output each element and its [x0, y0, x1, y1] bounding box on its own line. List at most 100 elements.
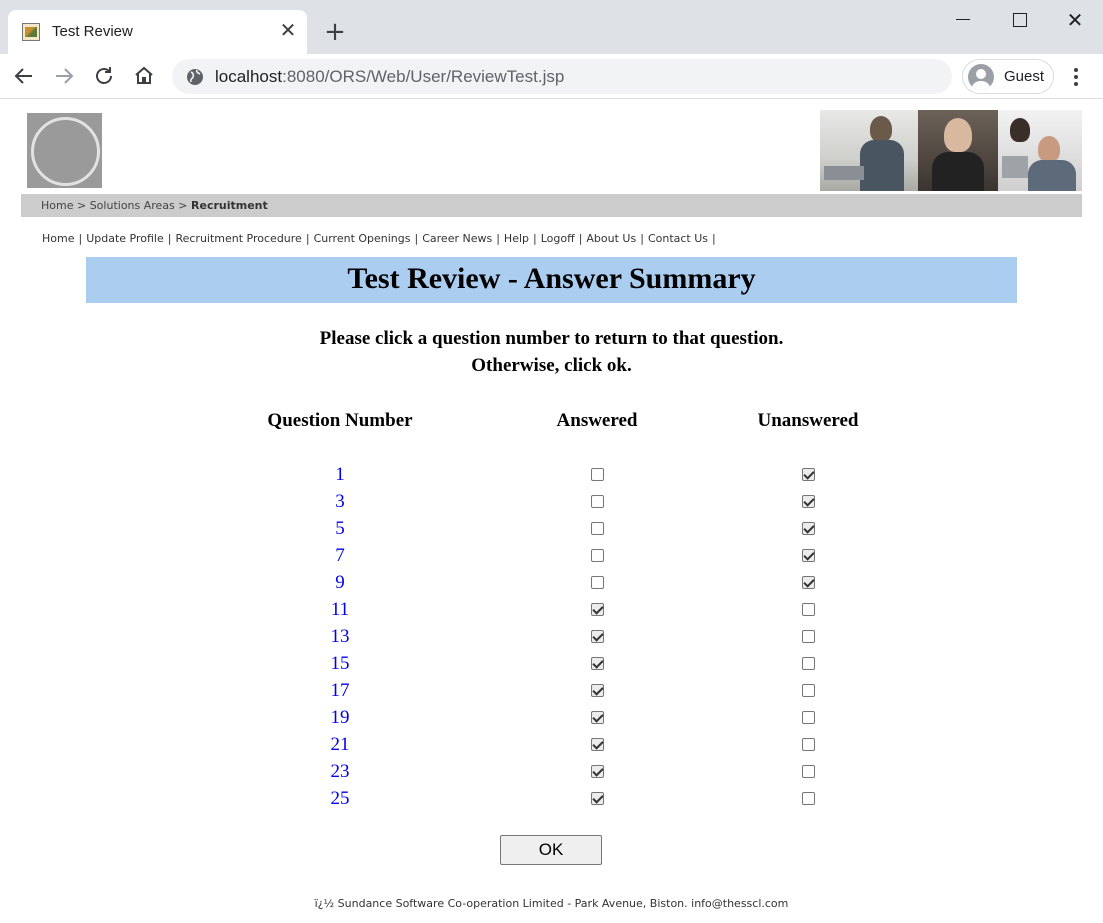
window-close-button[interactable]: ✕ [1060, 6, 1090, 34]
nav-home[interactable]: Home [42, 232, 74, 245]
url-text: localhost:8080/ORS/Web/User/ReviewTest.j… [215, 67, 564, 87]
home-icon[interactable] [130, 62, 158, 90]
profile-label: Guest [1004, 68, 1045, 85]
answered-checkbox[interactable] [591, 630, 604, 643]
answered-checkbox[interactable] [591, 603, 604, 616]
unanswered-checkbox[interactable] [802, 711, 815, 724]
nav-separator: | [167, 232, 172, 245]
breadcrumb: Home > Solutions Areas > Recruitment [41, 199, 268, 212]
nav-separator: | [712, 232, 716, 245]
column-header-answered: Answered [556, 410, 638, 431]
question-number-link[interactable]: 15 [290, 653, 390, 675]
breadcrumb-separator: > [178, 199, 188, 212]
banner-panel-office [820, 110, 918, 191]
answered-checkbox[interactable] [591, 738, 604, 751]
question-row: 13 [0, 626, 1103, 653]
answered-checkbox[interactable] [591, 549, 604, 562]
unanswered-checkbox[interactable] [802, 576, 815, 589]
nav-career-news[interactable]: Career News [422, 232, 492, 245]
profile-button[interactable]: Guest [962, 59, 1054, 94]
nav-current-openings[interactable]: Current Openings [314, 232, 411, 245]
unanswered-checkbox[interactable] [802, 603, 815, 616]
answered-checkbox[interactable] [591, 468, 604, 481]
instruction-line-1: Please click a question number to return… [319, 328, 784, 349]
window-minimize-button[interactable] [948, 6, 978, 34]
answered-checkbox[interactable] [591, 495, 604, 508]
question-number-link[interactable]: 13 [290, 626, 390, 648]
question-number-link[interactable]: 1 [290, 464, 390, 486]
question-number-link[interactable]: 21 [290, 734, 390, 756]
site-logo [27, 113, 102, 188]
ok-button[interactable]: OK [500, 835, 602, 865]
question-row: 5 [0, 518, 1103, 545]
page-title: Test Review - Answer Summary [347, 262, 756, 295]
question-number-link[interactable]: 17 [290, 680, 390, 702]
unanswered-checkbox[interactable] [802, 468, 815, 481]
unanswered-checkbox[interactable] [802, 738, 815, 751]
question-row: 7 [0, 545, 1103, 572]
column-header-unanswered: Unanswered [757, 410, 859, 431]
address-bar[interactable]: localhost:8080/ORS/Web/User/ReviewTest.j… [172, 59, 952, 94]
answered-checkbox[interactable] [591, 576, 604, 589]
question-number-link[interactable]: 5 [290, 518, 390, 540]
nav-help[interactable]: Help [504, 232, 529, 245]
answered-checkbox[interactable] [591, 657, 604, 670]
window-maximize-button[interactable] [1004, 6, 1034, 34]
question-number-link[interactable]: 25 [290, 788, 390, 810]
unanswered-checkbox[interactable] [802, 495, 815, 508]
tab-title: Test Review [52, 23, 133, 40]
unanswered-checkbox[interactable] [802, 684, 815, 697]
nav-about-us[interactable]: About Us [586, 232, 636, 245]
browser-toolbar: localhost:8080/ORS/Web/User/ReviewTest.j… [0, 54, 1103, 99]
question-number-link[interactable]: 11 [290, 599, 390, 621]
nav-update-profile[interactable]: Update Profile [86, 232, 164, 245]
answered-checkbox[interactable] [591, 522, 604, 535]
nav-separator: | [578, 232, 583, 245]
unanswered-checkbox[interactable] [802, 765, 815, 778]
nav-logoff[interactable]: Logoff [541, 232, 575, 245]
question-number-link[interactable]: 19 [290, 707, 390, 729]
page-title-bar: Test Review - Answer Summary [86, 257, 1017, 303]
top-navigation: Home | Update Profile | Recruitment Procedur… [42, 232, 720, 245]
nav-separator: | [640, 232, 644, 245]
answered-checkbox[interactable] [591, 765, 604, 778]
nav-recruitment-procedure[interactable]: Recruitment Procedure [175, 232, 301, 245]
question-row: 23 [0, 761, 1103, 788]
browser-tab[interactable]: Test Review ✕ [8, 10, 307, 54]
question-number-link[interactable]: 9 [290, 572, 390, 594]
question-row: 15 [0, 653, 1103, 680]
nav-separator: | [414, 232, 419, 245]
url-host: localhost [215, 67, 283, 86]
banner-panel-team [998, 110, 1082, 191]
unanswered-checkbox[interactable] [802, 657, 815, 670]
new-tab-button[interactable]: + [322, 19, 348, 45]
more-menu-icon[interactable] [1066, 64, 1086, 90]
breadcrumb-home[interactable]: Home [41, 199, 73, 212]
question-number-link[interactable]: 3 [290, 491, 390, 513]
unanswered-checkbox[interactable] [802, 630, 815, 643]
answered-checkbox[interactable] [591, 711, 604, 724]
browser-tabstrip: Test Review ✕ + ✕ [0, 0, 1103, 54]
question-row: 25 [0, 788, 1103, 815]
reload-icon[interactable] [90, 62, 118, 90]
footer-text: ï¿½ Sundance Software Co-operation Limit… [314, 897, 789, 910]
question-row: 11 [0, 599, 1103, 626]
question-row: 19 [0, 707, 1103, 734]
unanswered-checkbox[interactable] [802, 792, 815, 805]
answered-checkbox[interactable] [591, 684, 604, 697]
column-header-question-number: Question Number [267, 410, 413, 431]
tab-close-icon[interactable]: ✕ [278, 20, 298, 40]
answered-checkbox[interactable] [591, 792, 604, 805]
breadcrumb-solutions[interactable]: Solutions Areas [90, 199, 175, 212]
question-number-link[interactable]: 23 [290, 761, 390, 783]
question-number-link[interactable]: 7 [290, 545, 390, 567]
back-arrow-icon[interactable] [10, 62, 38, 90]
question-row: 9 [0, 572, 1103, 599]
forward-arrow-icon[interactable] [50, 62, 78, 90]
unanswered-checkbox[interactable] [802, 549, 815, 562]
banner-panel-woman [918, 110, 998, 191]
avatar-icon [968, 64, 994, 90]
unanswered-checkbox[interactable] [802, 522, 815, 535]
globe-icon [186, 68, 204, 86]
nav-contact-us[interactable]: Contact Us [648, 232, 708, 245]
